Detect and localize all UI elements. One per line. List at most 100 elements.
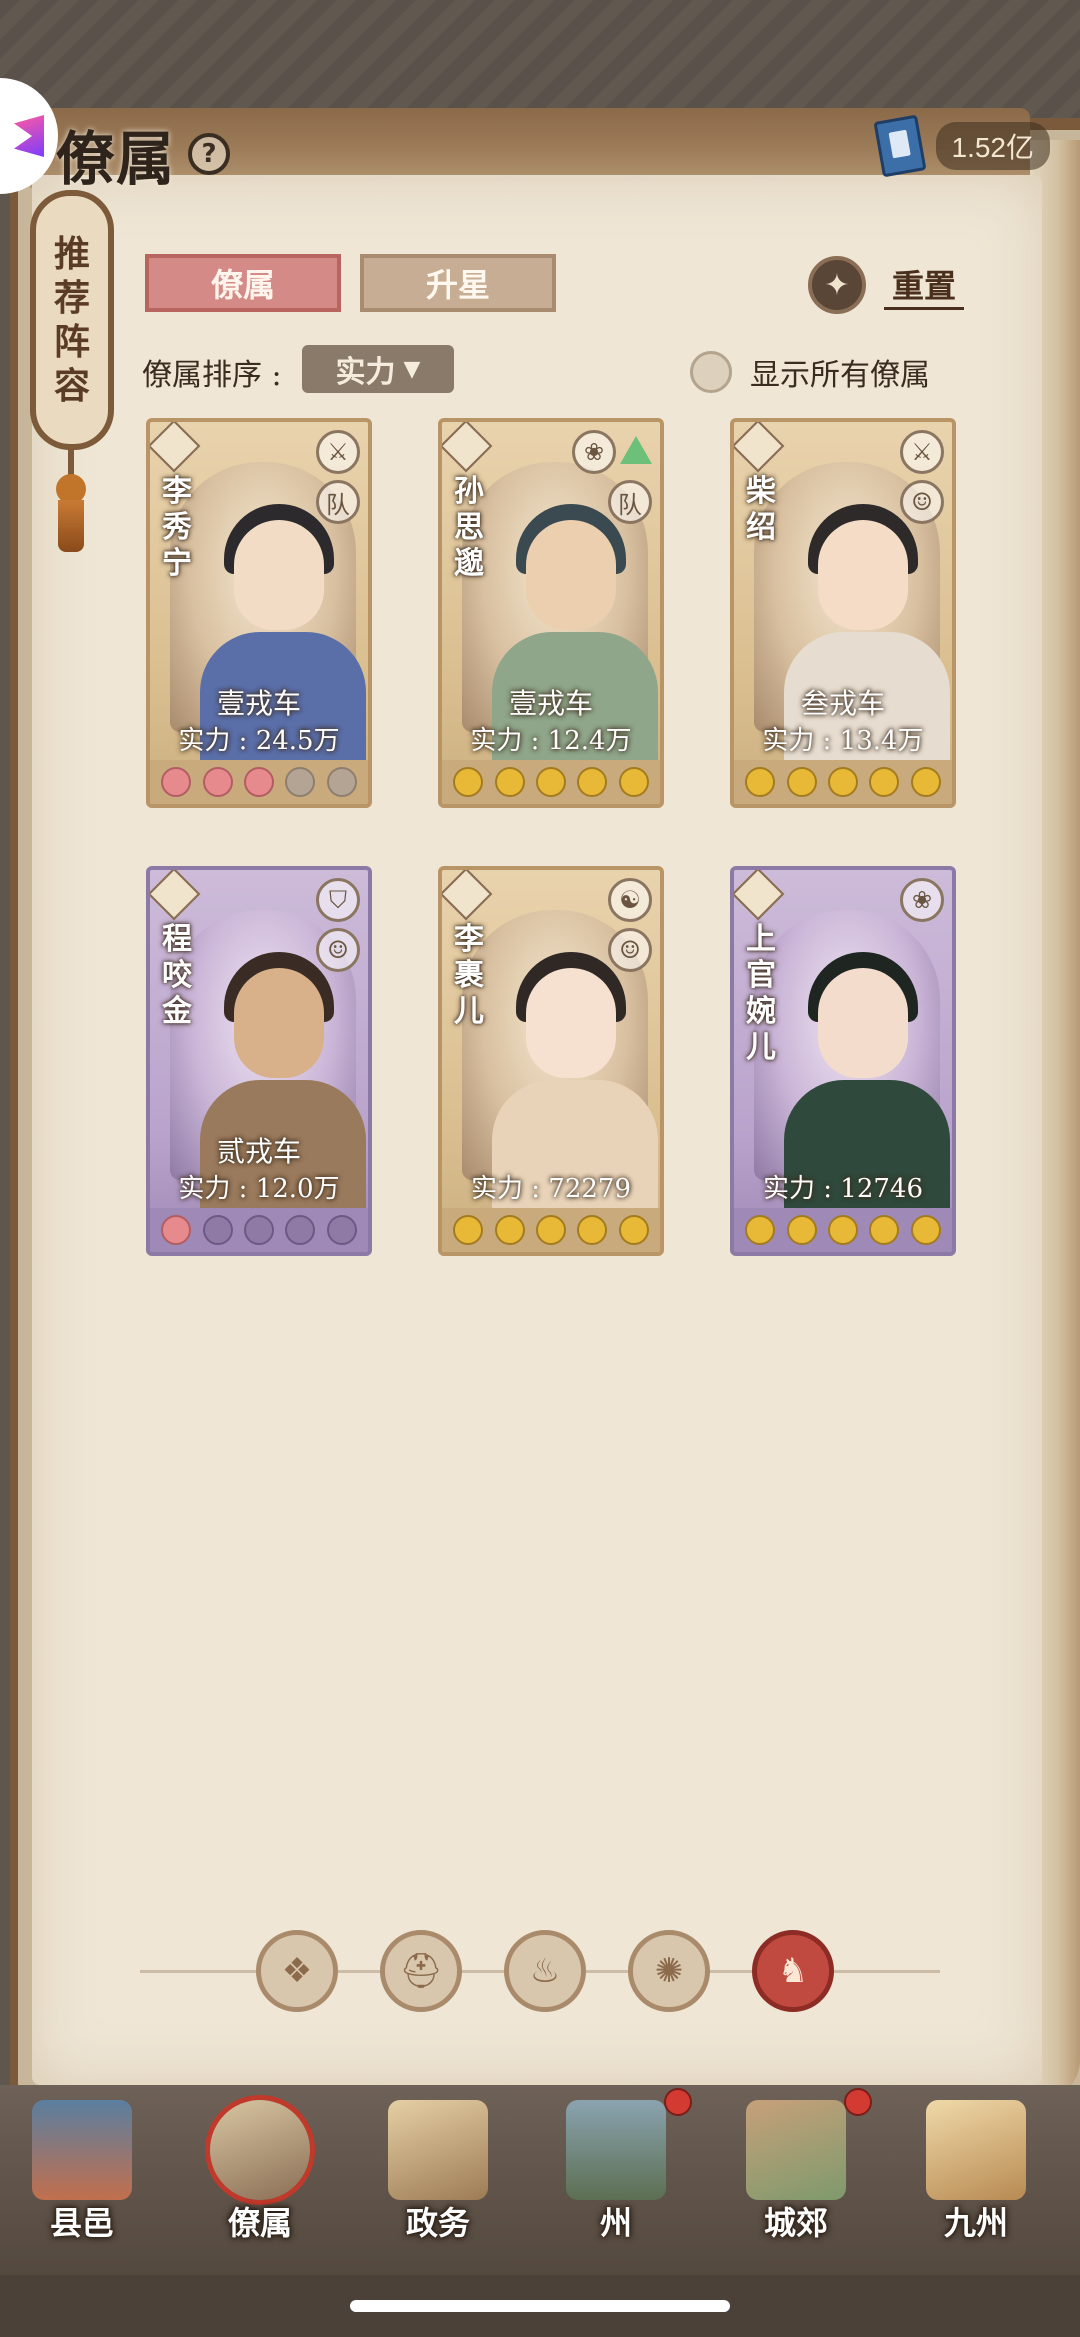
title-bar: 僚属 ? xyxy=(56,112,231,196)
nav-label: 政务 xyxy=(405,2204,470,2242)
chevron-down-icon: ▼ xyxy=(403,356,421,382)
lotus-icon: ❀ xyxy=(900,878,944,922)
star-icon xyxy=(161,1215,192,1245)
retainer-card[interactable]: ⚔ ☺ 柴绍 叁戎车 实力 : 13.4万 xyxy=(730,418,956,808)
star-row xyxy=(442,1208,660,1252)
star-icon xyxy=(577,767,608,797)
sort-value: 实力 xyxy=(335,355,396,390)
nav-label: 僚属 xyxy=(227,2204,292,2242)
nav-suburbs[interactable]: 城郊 xyxy=(726,2088,872,2250)
star-icon xyxy=(827,767,858,797)
notification-dot xyxy=(664,2088,692,2116)
sort-label: 僚属排序 : xyxy=(142,358,282,393)
star-icon xyxy=(745,1215,776,1245)
recommended-lineup-button[interactable]: 推 荐 阵 容 xyxy=(30,190,114,450)
sort-dropdown[interactable]: 实力 ▼ xyxy=(302,345,454,393)
class-badge-icon xyxy=(734,422,785,473)
retainers-scroll-icon xyxy=(210,2100,310,2200)
character-rank: 壹戎车 xyxy=(216,687,301,720)
nav-prefecture[interactable]: 州 xyxy=(546,2088,692,2250)
character-power: 实力 : 12746 xyxy=(763,1174,923,1204)
reset-button[interactable]: ✦ 重置 xyxy=(808,256,965,314)
star-icon xyxy=(869,767,900,797)
retainer-card[interactable]: ⚔ 队 李秀宁 壹戎车 实力 : 24.5万 xyxy=(146,418,372,808)
reset-icon: ✦ xyxy=(808,256,866,314)
diamond-icon[interactable]: ❖ xyxy=(256,1930,338,2012)
nav-label: 县邑 xyxy=(49,2204,114,2242)
retainer-card[interactable]: ⛉ ☺ 程咬金 贰戎车 实力 : 12.0万 xyxy=(146,866,372,1256)
shield-icon: ⛉ xyxy=(316,878,360,922)
star-icon xyxy=(535,767,566,797)
banner-char: 推 xyxy=(53,233,90,275)
class-badge-icon xyxy=(734,870,785,921)
star-icon xyxy=(786,1215,817,1245)
helmet-icon[interactable]: ⛑ xyxy=(380,1930,462,2012)
character-name: 柴绍 xyxy=(746,474,776,545)
retainer-card[interactable]: ❀ 队 孙思邈 壹戎车 实力 : 12.4万 xyxy=(438,418,664,808)
book-icon xyxy=(872,114,927,178)
character-rank: 叁戎车 xyxy=(800,687,885,720)
yinyang-icon: ☯ xyxy=(608,878,652,922)
show-all-radio[interactable] xyxy=(690,351,732,393)
character-name: 李裹儿 xyxy=(454,922,484,1029)
nav-retainers[interactable]: 僚属 xyxy=(190,2090,330,2250)
star-icon xyxy=(285,767,316,797)
upgrade-arrow-icon xyxy=(620,436,652,464)
star-icon xyxy=(618,1215,649,1245)
star-icon xyxy=(243,1215,274,1245)
home-indicator[interactable] xyxy=(350,2300,730,2312)
star-icon xyxy=(202,1215,233,1245)
show-all-label: 显示所有僚属 xyxy=(750,358,930,393)
county-gate-icon xyxy=(32,2100,132,2200)
nav-nine-provinces[interactable]: 九州 xyxy=(906,2090,1046,2250)
portrait-icon: ☺ xyxy=(316,928,360,972)
portrait-icon: ☺ xyxy=(900,480,944,524)
currency-value: 1.52亿 xyxy=(935,122,1050,170)
fan-icon[interactable]: ✺ xyxy=(628,1930,710,2012)
squad-icon: 队 xyxy=(608,480,652,524)
star-icon xyxy=(202,767,233,797)
banner-char: 阵 xyxy=(53,321,90,363)
tab-retainers[interactable]: 僚属 xyxy=(145,254,341,312)
character-name: 上官婉儿 xyxy=(746,922,776,1065)
star-icon xyxy=(577,1215,608,1245)
help-icon[interactable]: ? xyxy=(188,133,231,175)
star-icon xyxy=(326,767,357,797)
nav-label: 九州 xyxy=(943,2204,1008,2242)
retainer-card[interactable]: ☯ ☺ 李裹儿 实力 : 72279 xyxy=(438,866,664,1256)
star-icon xyxy=(494,767,525,797)
retainer-card[interactable]: ❀ 上官婉儿 实力 : 12746 xyxy=(730,866,956,1256)
class-all-icon[interactable]: ♞ xyxy=(752,1930,834,2012)
star-row xyxy=(734,760,952,804)
map-scroll-icon xyxy=(926,2100,1026,2200)
nav-affairs[interactable]: 政务 xyxy=(368,2090,508,2250)
nav-label: 州 xyxy=(599,2204,632,2242)
character-name: 孙思邈 xyxy=(454,474,484,581)
star-row xyxy=(734,1208,952,1252)
gourd-icon[interactable]: ♨ xyxy=(504,1930,586,2012)
class-badge-icon xyxy=(150,870,201,921)
star-icon xyxy=(910,1215,941,1245)
star-icon xyxy=(243,767,274,797)
class-badge-icon xyxy=(442,870,493,921)
currency-display[interactable]: 1.52亿 xyxy=(872,114,1050,178)
character-power: 实力 : 13.4万 xyxy=(762,726,924,756)
show-all-toggle[interactable]: 显示所有僚属 xyxy=(690,350,930,394)
banner-char: 容 xyxy=(53,365,90,407)
class-badge-icon xyxy=(150,422,201,473)
star-row xyxy=(150,1208,368,1252)
nav-label: 城郊 xyxy=(763,2204,828,2242)
tassel-tail xyxy=(58,500,84,552)
star-icon xyxy=(745,767,776,797)
star-icon xyxy=(326,1215,357,1245)
squad-icon: 队 xyxy=(316,480,360,524)
tab-star-up[interactable]: 升星 xyxy=(360,254,556,312)
nav-county[interactable]: 县邑 xyxy=(12,2090,152,2250)
star-row xyxy=(150,760,368,804)
character-name: 李秀宁 xyxy=(162,474,192,581)
star-icon xyxy=(786,767,817,797)
character-rank: 壹戎车 xyxy=(508,687,593,720)
character-power: 实力 : 24.5万 xyxy=(178,726,340,756)
star-row xyxy=(442,760,660,804)
star-icon xyxy=(910,767,941,797)
